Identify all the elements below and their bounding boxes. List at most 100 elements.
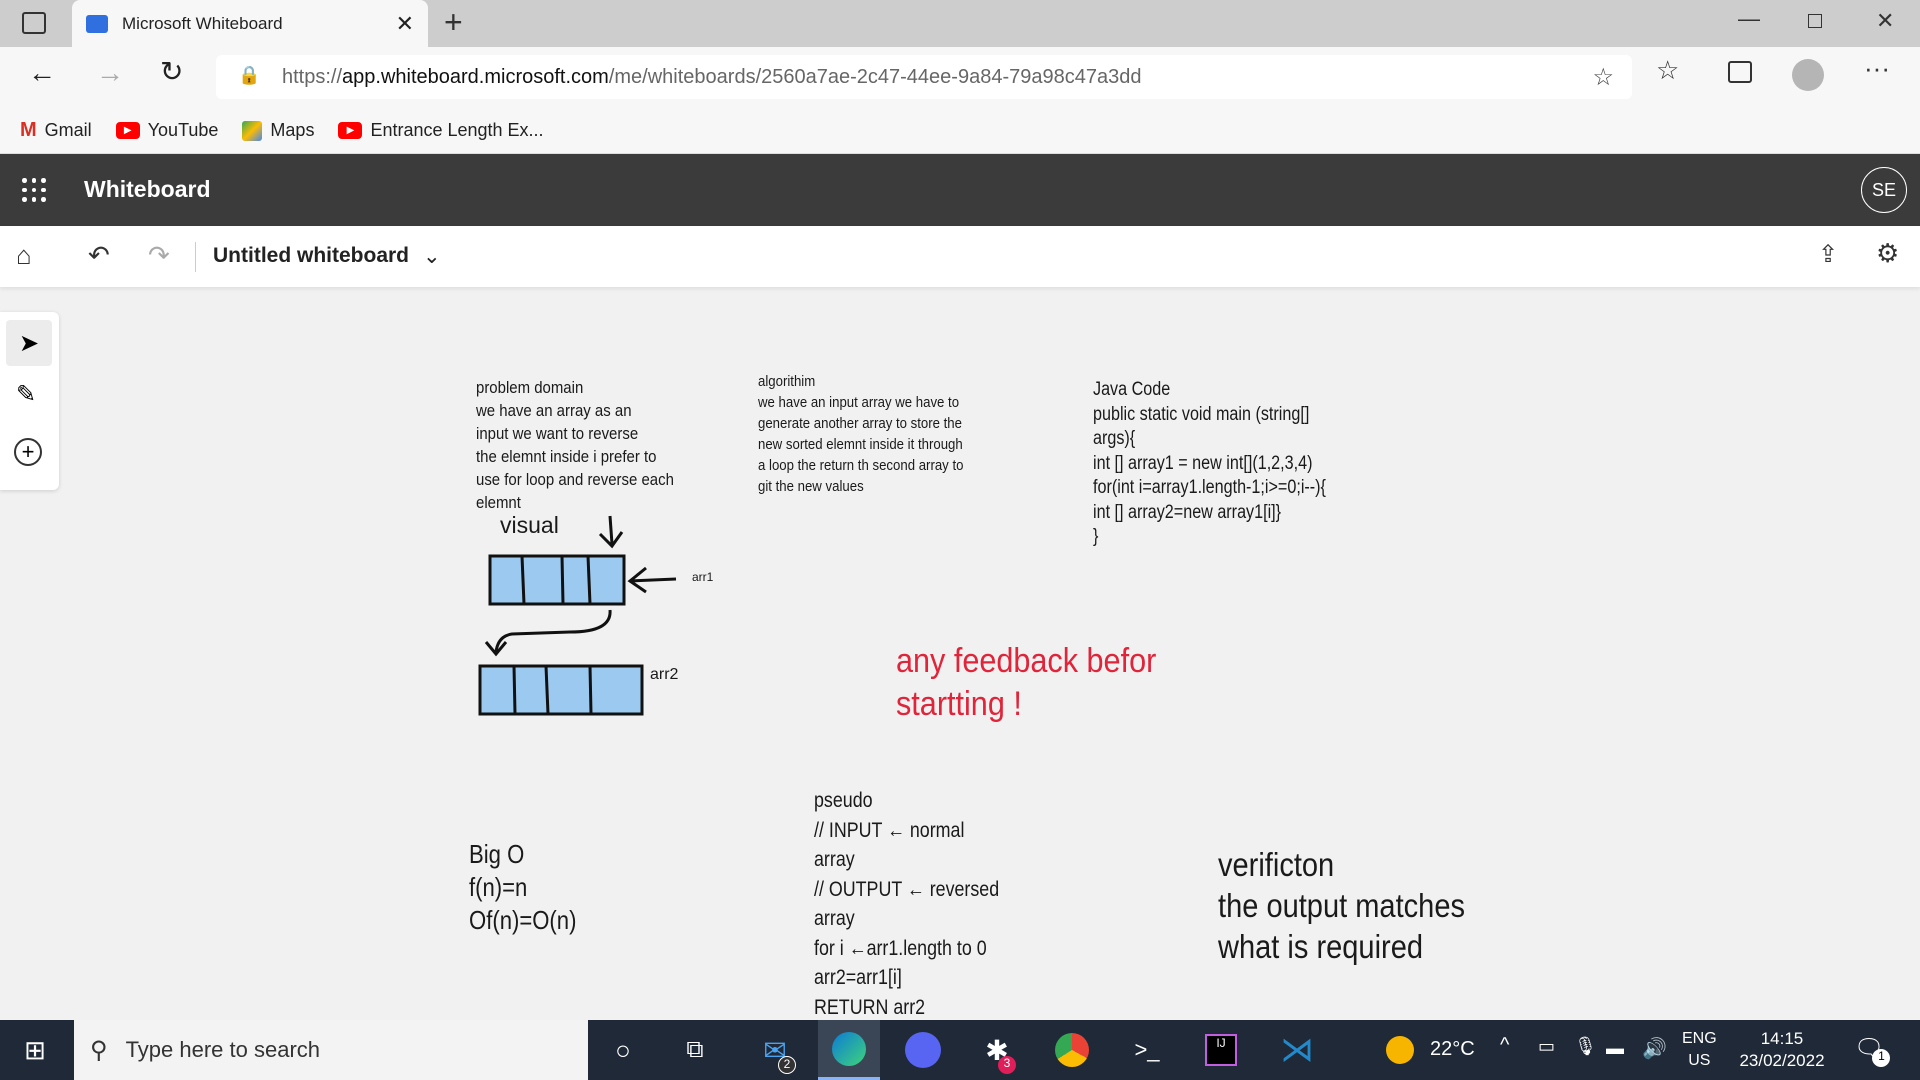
bookmark-maps[interactable]: Maps bbox=[242, 120, 314, 141]
profile-avatar[interactable] bbox=[1792, 59, 1824, 91]
gmail-icon: M bbox=[20, 119, 37, 141]
whiteboard-favicon-icon bbox=[86, 14, 108, 33]
select-tool-pointer-icon[interactable]: ➤ bbox=[6, 320, 52, 366]
restore-button[interactable] bbox=[1808, 14, 1822, 28]
note-java-code[interactable]: Java Code public static void main (string… bbox=[1093, 329, 1326, 574]
language-indicator[interactable]: ENG US bbox=[1682, 1028, 1717, 1072]
edge-app-icon[interactable] bbox=[818, 1020, 880, 1080]
slack-app-icon[interactable]: ✱ 3 bbox=[966, 1020, 1028, 1080]
start-windows-icon[interactable]: ⊞ bbox=[4, 1020, 66, 1080]
text-line: verificton bbox=[1218, 846, 1335, 883]
clock[interactable]: 14:15 23/02/2022 bbox=[1736, 1028, 1828, 1072]
text-line: for(int i=array1.length-1;i>=0;i--){ bbox=[1093, 477, 1326, 498]
favorites-button[interactable]: ☆ bbox=[1656, 55, 1679, 86]
pen-tool-icon[interactable]: ✎ bbox=[16, 380, 36, 409]
new-tab-button[interactable]: + bbox=[444, 4, 463, 41]
text-line: array bbox=[814, 907, 855, 930]
text-line: Java Code bbox=[1093, 379, 1171, 400]
weather-sun-icon[interactable] bbox=[1386, 1036, 1414, 1064]
text-line: for i ←arr1.length to 0 bbox=[814, 936, 987, 960]
discord-app-icon[interactable] bbox=[892, 1020, 954, 1080]
url-input[interactable]: 🔒 https://app.whiteboard.microsoft.com/m… bbox=[216, 55, 1632, 99]
close-tab-icon[interactable]: ✕ bbox=[396, 11, 414, 37]
text-line: we have an input array we have to bbox=[758, 394, 960, 411]
add-favorite-icon[interactable]: ☆ bbox=[1592, 63, 1614, 92]
weather-temp[interactable]: 22°C bbox=[1430, 1038, 1475, 1061]
more-menu-button[interactable]: ··· bbox=[1864, 53, 1890, 84]
redo-button[interactable]: ↷ bbox=[148, 240, 170, 271]
app-launcher-icon[interactable] bbox=[22, 178, 46, 202]
share-button[interactable]: ⇪ bbox=[1818, 240, 1838, 269]
lock-icon[interactable]: 🔒 bbox=[238, 65, 260, 86]
taskbar-search-input[interactable]: ⚲ Type here to search bbox=[74, 1020, 588, 1080]
text-line: problem domain bbox=[476, 378, 584, 397]
arr2-label[interactable]: arr2 bbox=[650, 666, 678, 684]
text-line: // INPUT ← normal bbox=[814, 818, 965, 842]
notifications-icon[interactable]: 🗨 1 bbox=[1854, 1034, 1891, 1067]
text-line: startting ! bbox=[896, 685, 1022, 723]
note-verification[interactable]: verificton the output matches what is requ… bbox=[1218, 762, 1465, 1008]
add-content-plus-icon[interactable]: + bbox=[14, 438, 42, 466]
browser-tab[interactable]: Microsoft Whiteboard ✕ bbox=[72, 0, 428, 47]
refresh-button[interactable]: ↻ bbox=[160, 55, 183, 88]
microphone-icon[interactable]: 🎙 bbox=[1574, 1036, 1597, 1057]
text-line: we have an array as an bbox=[476, 401, 632, 420]
region-code: US bbox=[1688, 1052, 1711, 1069]
text-line: any feedback befor bbox=[896, 642, 1157, 680]
cortana-icon[interactable]: ○ bbox=[592, 1020, 654, 1080]
bookmark-label: Entrance Length Ex... bbox=[370, 120, 544, 140]
bookmark-label: YouTube bbox=[147, 120, 219, 140]
bookmark-label: Maps bbox=[270, 120, 315, 140]
mail-app-icon[interactable]: ✉ 2 bbox=[744, 1020, 806, 1080]
text-line: args){ bbox=[1093, 428, 1136, 449]
left-arrow-icon bbox=[627, 566, 677, 594]
note-pseudo[interactable]: pseudo // INPUT ← normal array // OUTPUT ← … bbox=[814, 727, 999, 1052]
youtube-icon: ▶ bbox=[338, 122, 363, 139]
tab-title: Microsoft Whiteboard bbox=[122, 13, 283, 33]
array-diagram[interactable] bbox=[470, 510, 710, 730]
meet-now-icon[interactable]: ▭ bbox=[1538, 1036, 1555, 1057]
text-line: Big O bbox=[469, 839, 525, 869]
undo-button[interactable]: ↶ bbox=[88, 240, 110, 271]
note-problem-domain[interactable]: problem domain we have an array as an inpu… bbox=[476, 330, 674, 537]
back-button[interactable]: ← bbox=[28, 57, 56, 89]
bookmark-gmail[interactable]: M Gmail bbox=[20, 119, 92, 142]
text-line: new sorted elemnt inside it through bbox=[758, 436, 963, 453]
close-window-button[interactable]: ✕ bbox=[1876, 8, 1894, 34]
arr1-label[interactable]: arr1 bbox=[692, 570, 713, 584]
arr2-box bbox=[478, 664, 644, 716]
date: 23/02/2022 bbox=[1739, 1051, 1825, 1070]
settings-gear-icon[interactable]: ⚙ bbox=[1876, 238, 1899, 269]
mail-badge: 2 bbox=[778, 1056, 796, 1074]
note-big-o[interactable]: Big Of(n)=n Of(n)=O(n) bbox=[469, 772, 576, 970]
text-line: the elemnt inside i prefer to bbox=[476, 447, 657, 466]
board-title-dropdown[interactable]: Untitled whiteboard ⌄ bbox=[213, 244, 441, 269]
chrome-app-icon[interactable] bbox=[1041, 1020, 1103, 1080]
url-prefix: https:// bbox=[282, 65, 343, 88]
home-button[interactable]: ⌂ bbox=[16, 240, 32, 271]
note-algorithm[interactable]: algorithim we have an input array we have… bbox=[758, 329, 963, 518]
curved-arrow-icon bbox=[484, 609, 612, 657]
bookmark-label: Gmail bbox=[44, 120, 92, 140]
text-line: arr2=arr1[i] bbox=[814, 966, 902, 989]
volume-icon[interactable]: 🔊 bbox=[1642, 1036, 1667, 1061]
text-line: int [] array1 = new int[](1,2,3,4) bbox=[1093, 452, 1313, 474]
show-hidden-icons-chevron-icon[interactable]: ^ bbox=[1500, 1034, 1509, 1057]
time: 14:15 bbox=[1760, 1029, 1804, 1048]
bookmark-entrance-length[interactable]: ▶ Entrance Length Ex... bbox=[338, 120, 544, 141]
app-name: Whiteboard bbox=[84, 176, 211, 202]
collections-button[interactable] bbox=[1728, 61, 1752, 83]
user-avatar[interactable]: SE bbox=[1861, 167, 1907, 213]
forward-button[interactable]: → bbox=[96, 57, 124, 89]
text-line: use for loop and reverse each bbox=[476, 470, 674, 489]
intellij-app-icon[interactable]: IJ bbox=[1190, 1020, 1252, 1080]
text-line: the output matches bbox=[1218, 887, 1466, 924]
task-view-icon[interactable]: ⧉ bbox=[664, 1020, 726, 1080]
terminal-app-icon[interactable]: >_ bbox=[1116, 1020, 1178, 1080]
bookmark-youtube[interactable]: ▶ YouTube bbox=[115, 120, 219, 141]
battery-icon[interactable]: ▬ bbox=[1606, 1038, 1624, 1059]
tab-actions-icon[interactable] bbox=[22, 12, 46, 34]
minimize-button[interactable]: — bbox=[1738, 6, 1760, 32]
text-line: algorithim bbox=[758, 373, 816, 390]
vscode-app-icon[interactable]: ⋊ bbox=[1266, 1020, 1328, 1080]
